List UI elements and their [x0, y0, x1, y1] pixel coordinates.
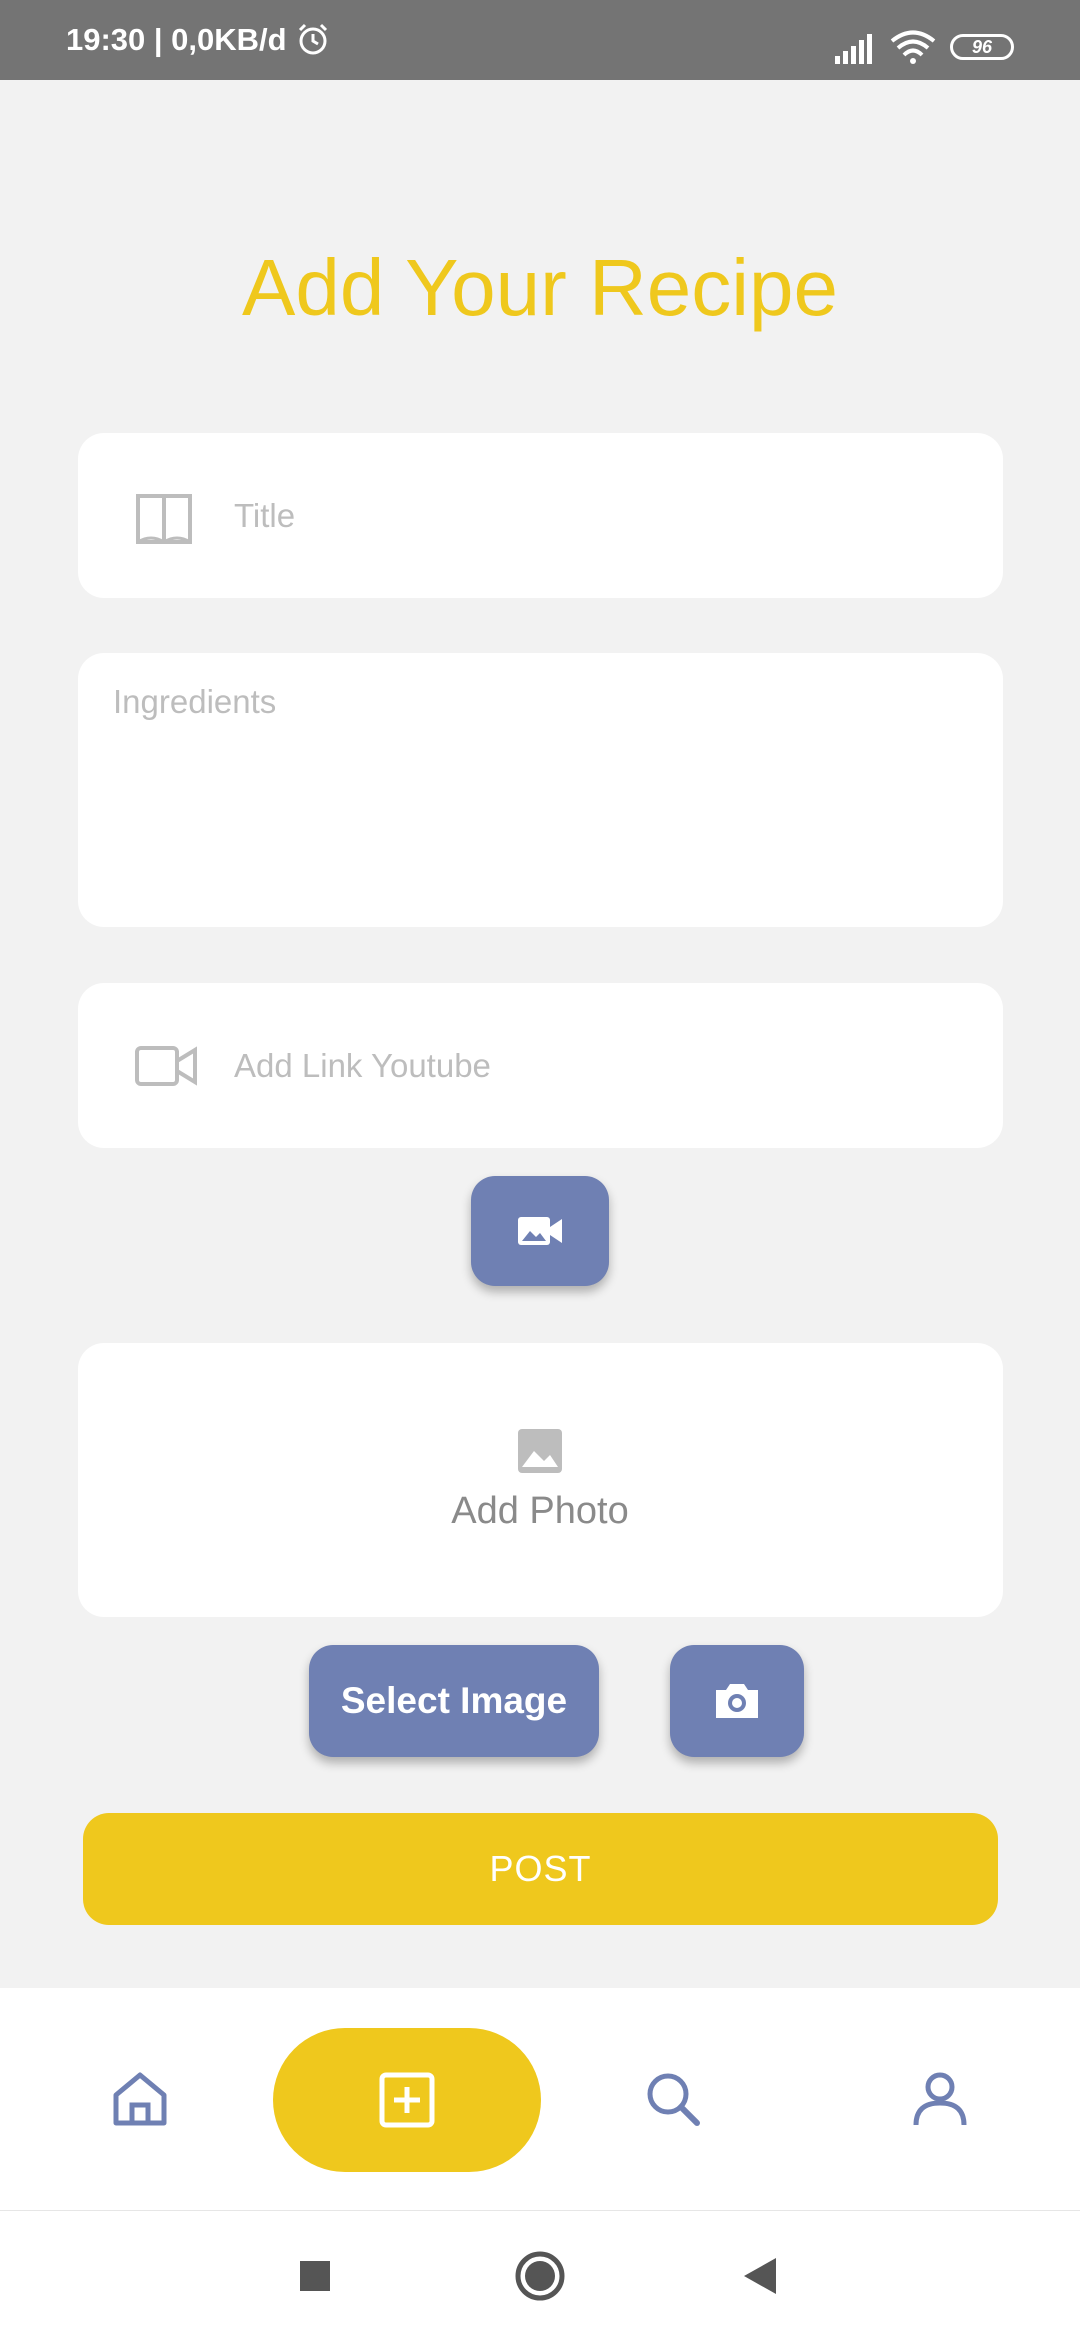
video-picker-button[interactable] [471, 1176, 609, 1286]
title-field[interactable]: Title [78, 433, 1003, 598]
search-icon [647, 2073, 700, 2126]
video-gallery-icon [518, 1217, 562, 1245]
page-title: Add Your Recipe [241, 243, 838, 332]
system-nav-bar [0, 2211, 1080, 2340]
photo-preview-box[interactable] [78, 1343, 1003, 1617]
battery-indicator: 96 [950, 34, 1014, 60]
camera-icon [716, 1684, 758, 1718]
book-icon [136, 493, 192, 544]
image-icon [518, 1429, 562, 1473]
system-recents-button[interactable] [290, 2211, 340, 2340]
status-time-speed: 19:30 | 0,0KB/d [66, 22, 287, 57]
select-image-button[interactable]: Select Image [309, 1645, 599, 1757]
wifi-icon [890, 30, 936, 64]
back-triangle-icon [744, 2257, 776, 2294]
youtube-placeholder: Add Link Youtube [234, 1046, 491, 1084]
status-bar: 19:30 | 0,0KB/d 96 [0, 0, 1080, 80]
nav-home[interactable] [90, 1988, 190, 2210]
alarm-icon [298, 23, 327, 55]
add-square-icon [379, 2072, 435, 2128]
home-icon [113, 2072, 167, 2126]
post-button[interactable]: POST [83, 1813, 998, 1925]
system-back-button[interactable] [730, 2211, 790, 2340]
youtube-link-field[interactable]: Add Link Youtube [78, 983, 1003, 1148]
nav-profile[interactable] [890, 1988, 990, 2210]
title-placeholder: Title [234, 496, 296, 534]
circle-icon [515, 2251, 565, 2300]
square-icon [300, 2260, 330, 2291]
system-home-button[interactable] [510, 2211, 570, 2340]
video-camera-icon [135, 1045, 197, 1086]
camera-button[interactable] [670, 1645, 804, 1757]
ingredients-placeholder: Ingredients [113, 683, 277, 720]
nav-search[interactable] [623, 1988, 723, 2210]
status-left: 19:30 | 0,0KB/d [66, 0, 331, 80]
signal-icon [835, 34, 872, 64]
user-icon [913, 2072, 967, 2126]
nav-add-recipe[interactable] [273, 2028, 541, 2172]
bottom-nav [0, 1988, 1080, 2211]
add-photo-label: Add Photo [451, 1490, 629, 1532]
ingredients-field[interactable]: Ingredients [78, 653, 1003, 927]
